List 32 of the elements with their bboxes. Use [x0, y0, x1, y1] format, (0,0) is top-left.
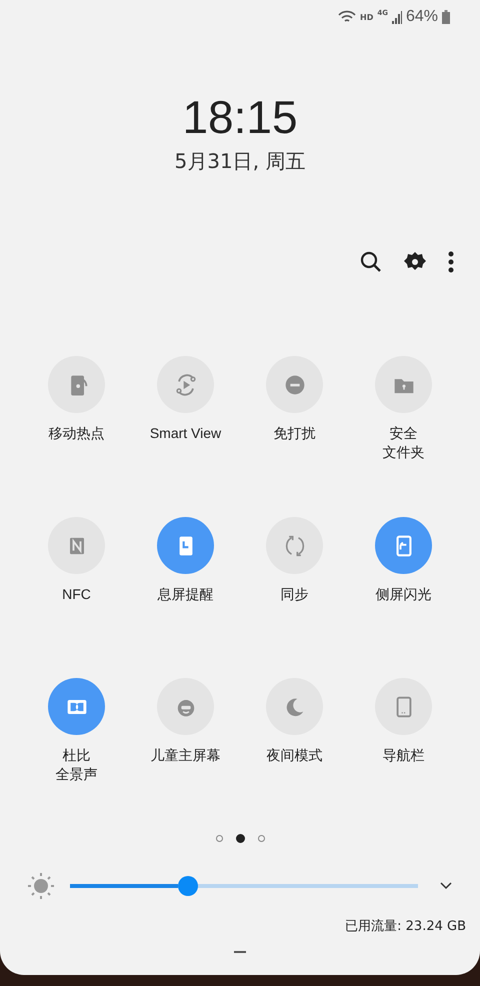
- drag-handle[interactable]: [234, 951, 246, 953]
- toggle-label: 免打扰: [274, 424, 316, 443]
- page-indicator-dot[interactable]: [216, 835, 222, 842]
- clock-time: 18:15: [182, 94, 298, 140]
- hd-indicator: HD: [360, 12, 374, 22]
- toggle-label: 夜间模式: [266, 746, 322, 765]
- toggle-label: 全景声: [56, 765, 98, 784]
- brightness-icon: [28, 873, 54, 899]
- data-usage-text: 已用流量: 23.24 GB: [345, 918, 466, 935]
- battery-icon: [442, 10, 450, 24]
- toggle-label: 移动热点: [48, 424, 104, 443]
- settings-icon[interactable]: [404, 251, 426, 273]
- search-icon[interactable]: [360, 251, 382, 273]
- page-indicator-dot[interactable]: [258, 835, 264, 842]
- toggle-label: NFC: [62, 585, 91, 604]
- clock-date: 5月31日, 周五: [174, 148, 306, 175]
- chevron-down-icon[interactable]: [440, 882, 452, 890]
- toggle-label: 导航栏: [382, 746, 424, 765]
- toggle-label: 安全: [390, 424, 418, 443]
- toggle-label: 杜比: [62, 746, 90, 765]
- signal-icon: [392, 10, 402, 24]
- toggle-label: Smart View: [150, 424, 222, 443]
- toggle-label: 文件夹: [382, 443, 424, 462]
- toggle-label: 同步: [280, 585, 308, 604]
- toggle-label: 侧屏闪光: [376, 585, 432, 604]
- page-indicator-dot[interactable]: [236, 834, 244, 843]
- more-options-icon[interactable]: [448, 251, 454, 273]
- slider-thumb[interactable]: [178, 876, 198, 896]
- battery-percent: 64%: [406, 8, 438, 26]
- toggle-label: 儿童主屏幕: [150, 746, 220, 765]
- toggle-label: 息屏提醒: [158, 585, 214, 604]
- wifi-icon: [338, 10, 356, 24]
